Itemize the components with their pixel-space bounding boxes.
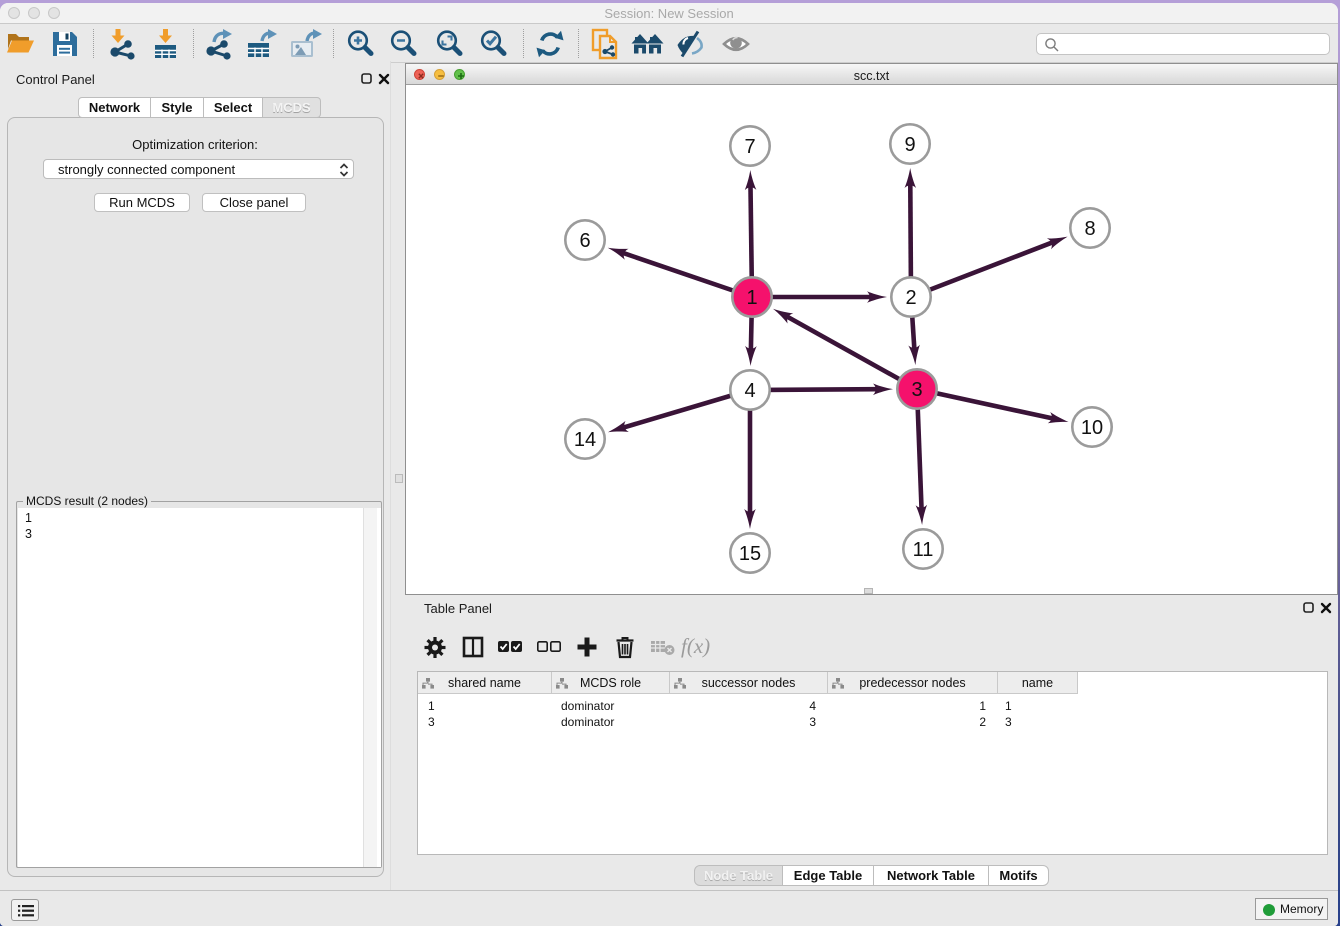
svg-text:6: 6: [579, 230, 590, 252]
svg-text:14: 14: [574, 429, 596, 451]
svg-text:3: 3: [911, 379, 922, 401]
svg-text:8: 8: [1084, 218, 1095, 240]
svg-text:7: 7: [744, 136, 755, 158]
svg-text:9: 9: [904, 134, 915, 156]
svg-text:4: 4: [744, 380, 755, 402]
svg-text:11: 11: [913, 539, 934, 561]
svg-text:15: 15: [739, 543, 761, 565]
svg-text:10: 10: [1081, 417, 1103, 439]
svg-text:1: 1: [746, 287, 757, 309]
svg-text:2: 2: [905, 287, 916, 309]
